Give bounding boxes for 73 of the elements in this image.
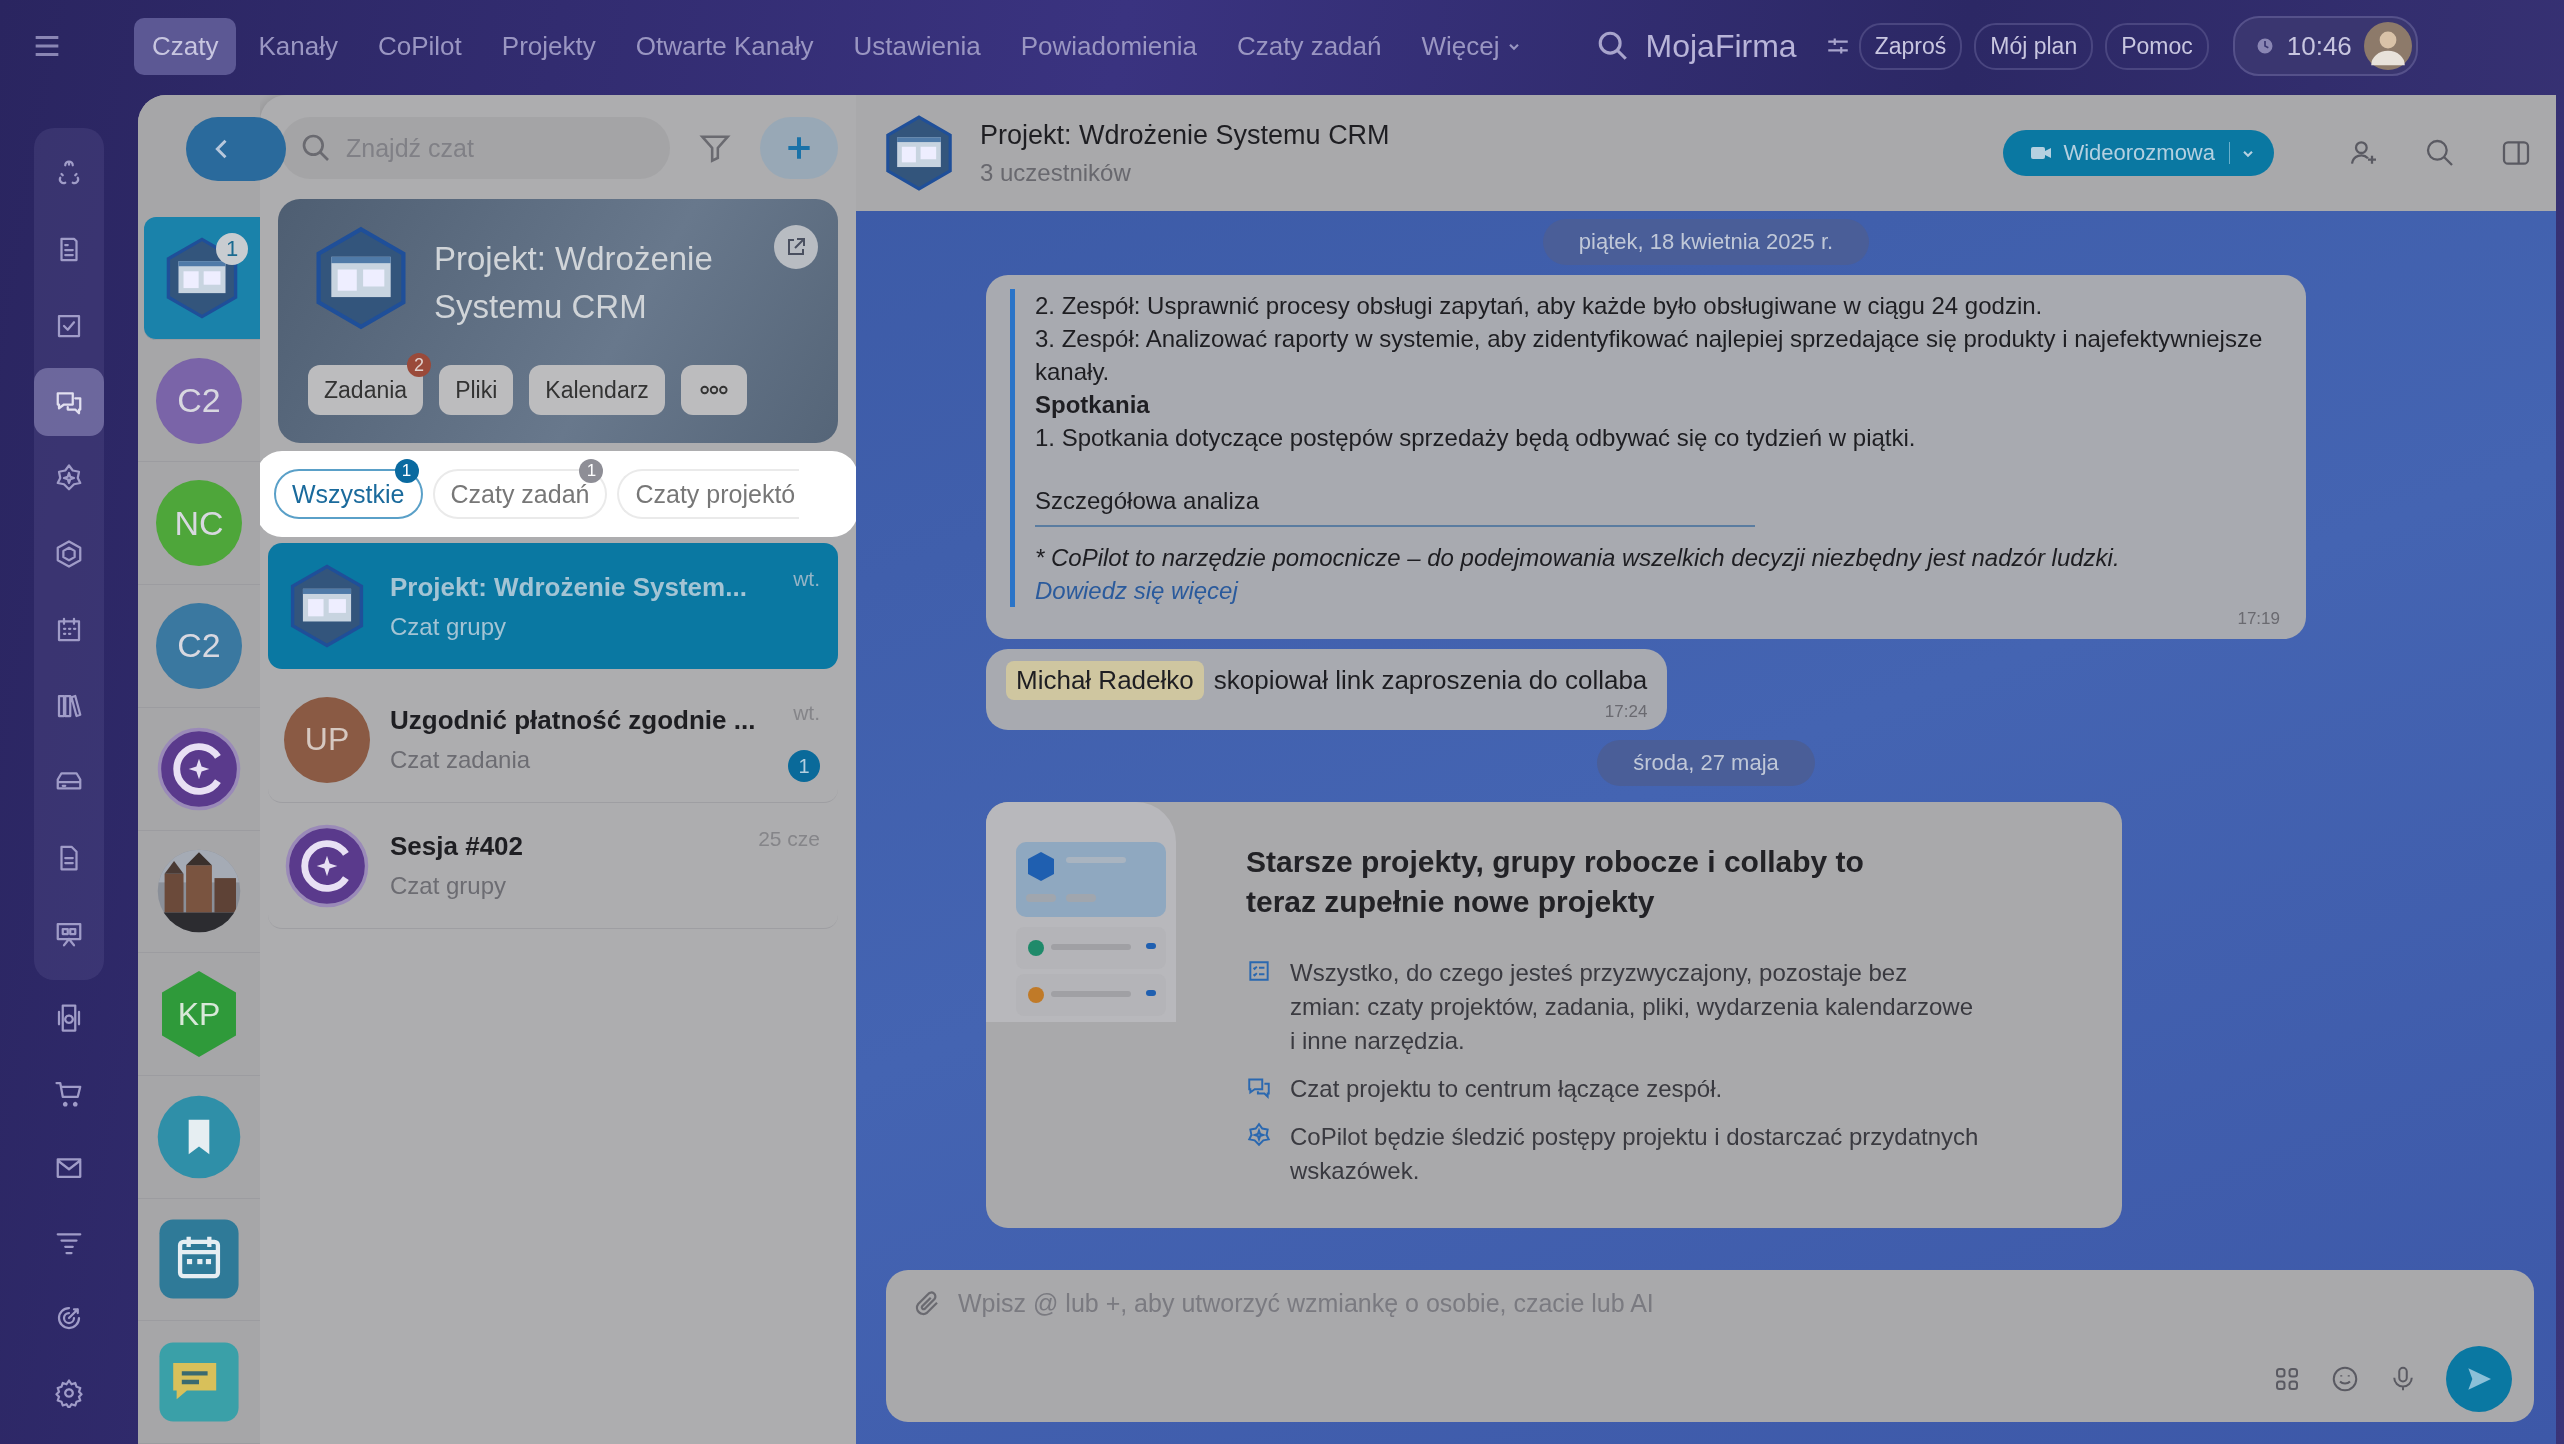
chat-title: Projekt: Wdrożenie System... [390,571,748,603]
emoji-icon[interactable] [2330,1364,2360,1394]
card-text: Czat projektu to centrum łączące zespół. [1290,1074,1724,1104]
settings-icon [54,1377,84,1408]
chat-avatar: NC [156,480,242,567]
recent-chat[interactable]: C2 [138,339,260,463]
chat-avatar: UP [284,696,370,783]
count-badge: 2 [407,353,432,377]
project-button[interactable]: Kalendarz [529,365,665,415]
more-button[interactable] [680,365,747,415]
message-time: 17:19 [2237,609,2280,629]
project-button[interactable]: Pliki [439,365,514,415]
date-divider: piątek, 18 kwietnia 2025 r. [1542,219,1870,265]
nav-tab[interactable]: Ustawienia [835,17,999,75]
message-text: 1. Spotkania dotyczące postępów sprzedaży będą odbywać się co tydzień w piątki. [1035,423,1917,453]
learn-more-link[interactable]: Dowiedz się więcej [1035,574,2280,607]
sparkle-icon [1246,1122,1272,1148]
hexagon-icon [54,539,84,569]
message-time: 17:24 [1604,702,1648,722]
count-badge: 1 [579,459,604,483]
chat-title: Sesja #402 [390,831,524,862]
header-button[interactable]: Mój plan [1974,22,2094,70]
message-text: 2. Zespół: Usprawnić procesy obsługi zapytań, aby każde było obsługiwane w ciągu 24 godzin. [1035,291,2044,321]
chat-title: Uzgodnić płatność zgodnie ... [390,705,757,736]
chat-avatar: C2 [156,602,242,689]
nav-tab[interactable]: Otwarte Kanały [617,17,832,75]
chat-title: Projekt: Wdrożenie Systemu CRM [980,119,1391,151]
nav-tab[interactable]: Czaty zadań [1218,17,1400,75]
nav-tab[interactable]: Powiadomienia [1002,17,1215,75]
chat-type: Czat grupy [390,872,508,900]
nav-tab[interactable]: Więcej [1403,17,1540,75]
recent-chat[interactable]: 1 [144,217,260,340]
recent-chat[interactable]: C2 [138,585,260,708]
count-badge: 1 [394,459,419,483]
disclaimer-text: * CoPilot to narzędzie pomocnicze – do podejmowania wszelkich decyzji niezbędny jest nadzór ludzki. [1035,543,2121,573]
nav-tab[interactable]: Kanały [240,17,356,75]
rail-button[interactable] [34,368,104,436]
company-name: MojaFirma [1645,27,1797,65]
nav-tab[interactable]: Projekty [483,17,614,75]
message-text: skopiował link zaproszenia do collaba [1213,665,1648,696]
clock-time: 10:46 [2286,30,2352,62]
section-title: Szczegółowa analiza [1035,484,1755,527]
chat-avatar: C2 [156,357,242,444]
participants-count[interactable]: 3 uczestników [980,158,1990,187]
unread-badge: 1 [216,233,248,265]
more-icon [699,385,728,395]
chat-time: wt. [793,567,820,591]
message-text: 3. Zespół: Analizować raporty w systemie, aby zidentyfikować najlepiej sprzedające się produkty i najefektywniejsze kanały. [1035,324,2264,387]
chat-item[interactable]: Projekt: Wdrożenie System... Czat grupy wt. [268,543,838,669]
card-text: CoPilot będzie śledzić postępy projektu i dostarczać przydatnych wskazówek. [1290,1122,1980,1186]
user-avatar[interactable] [2363,22,2412,70]
project-title: Projekt: Wdrożenie Systemu CRM [434,239,714,327]
user-mention[interactable]: Michał Radełko [1006,661,1204,700]
card-text: Wszystko, do czego jesteś przyzwyczajony, pozostaje bez zmian: czaty projektów, zadania, pliki, wydarzenia kalendarzowe i inne narzędzia. [1290,958,1974,1056]
recent-chat[interactable]: KP [138,953,260,1076]
open-external-button[interactable] [774,225,818,269]
chat-type: Czat grupy [390,612,508,641]
message-heading: Spotkania [1035,390,1151,420]
date-divider: środa, 27 maja [1597,740,1815,786]
header-button[interactable]: Zaproś [1858,22,1963,70]
sparkle-icon [54,463,84,493]
video-call-button[interactable]: Wideorozmowa [2003,130,2274,176]
nav-tab[interactable]: CoPilot [359,17,480,75]
checklist-icon [1246,958,1272,984]
unread-badge: 1 [788,750,820,782]
card-title: Starsze projekty, grupy robocze i collaby to teraz zupełnie nowe projekty [1246,844,1865,920]
clock-icon [2254,36,2275,56]
filter-tab[interactable]: Czaty projektó [617,469,800,519]
collapse-button[interactable] [186,117,286,181]
time-pill[interactable]: 10:46 [2232,16,2418,76]
chat-type: Czat zadania [390,746,532,774]
nav-tab[interactable]: Czaty [134,17,237,75]
header-button[interactable]: Pomoc [2105,22,2209,70]
